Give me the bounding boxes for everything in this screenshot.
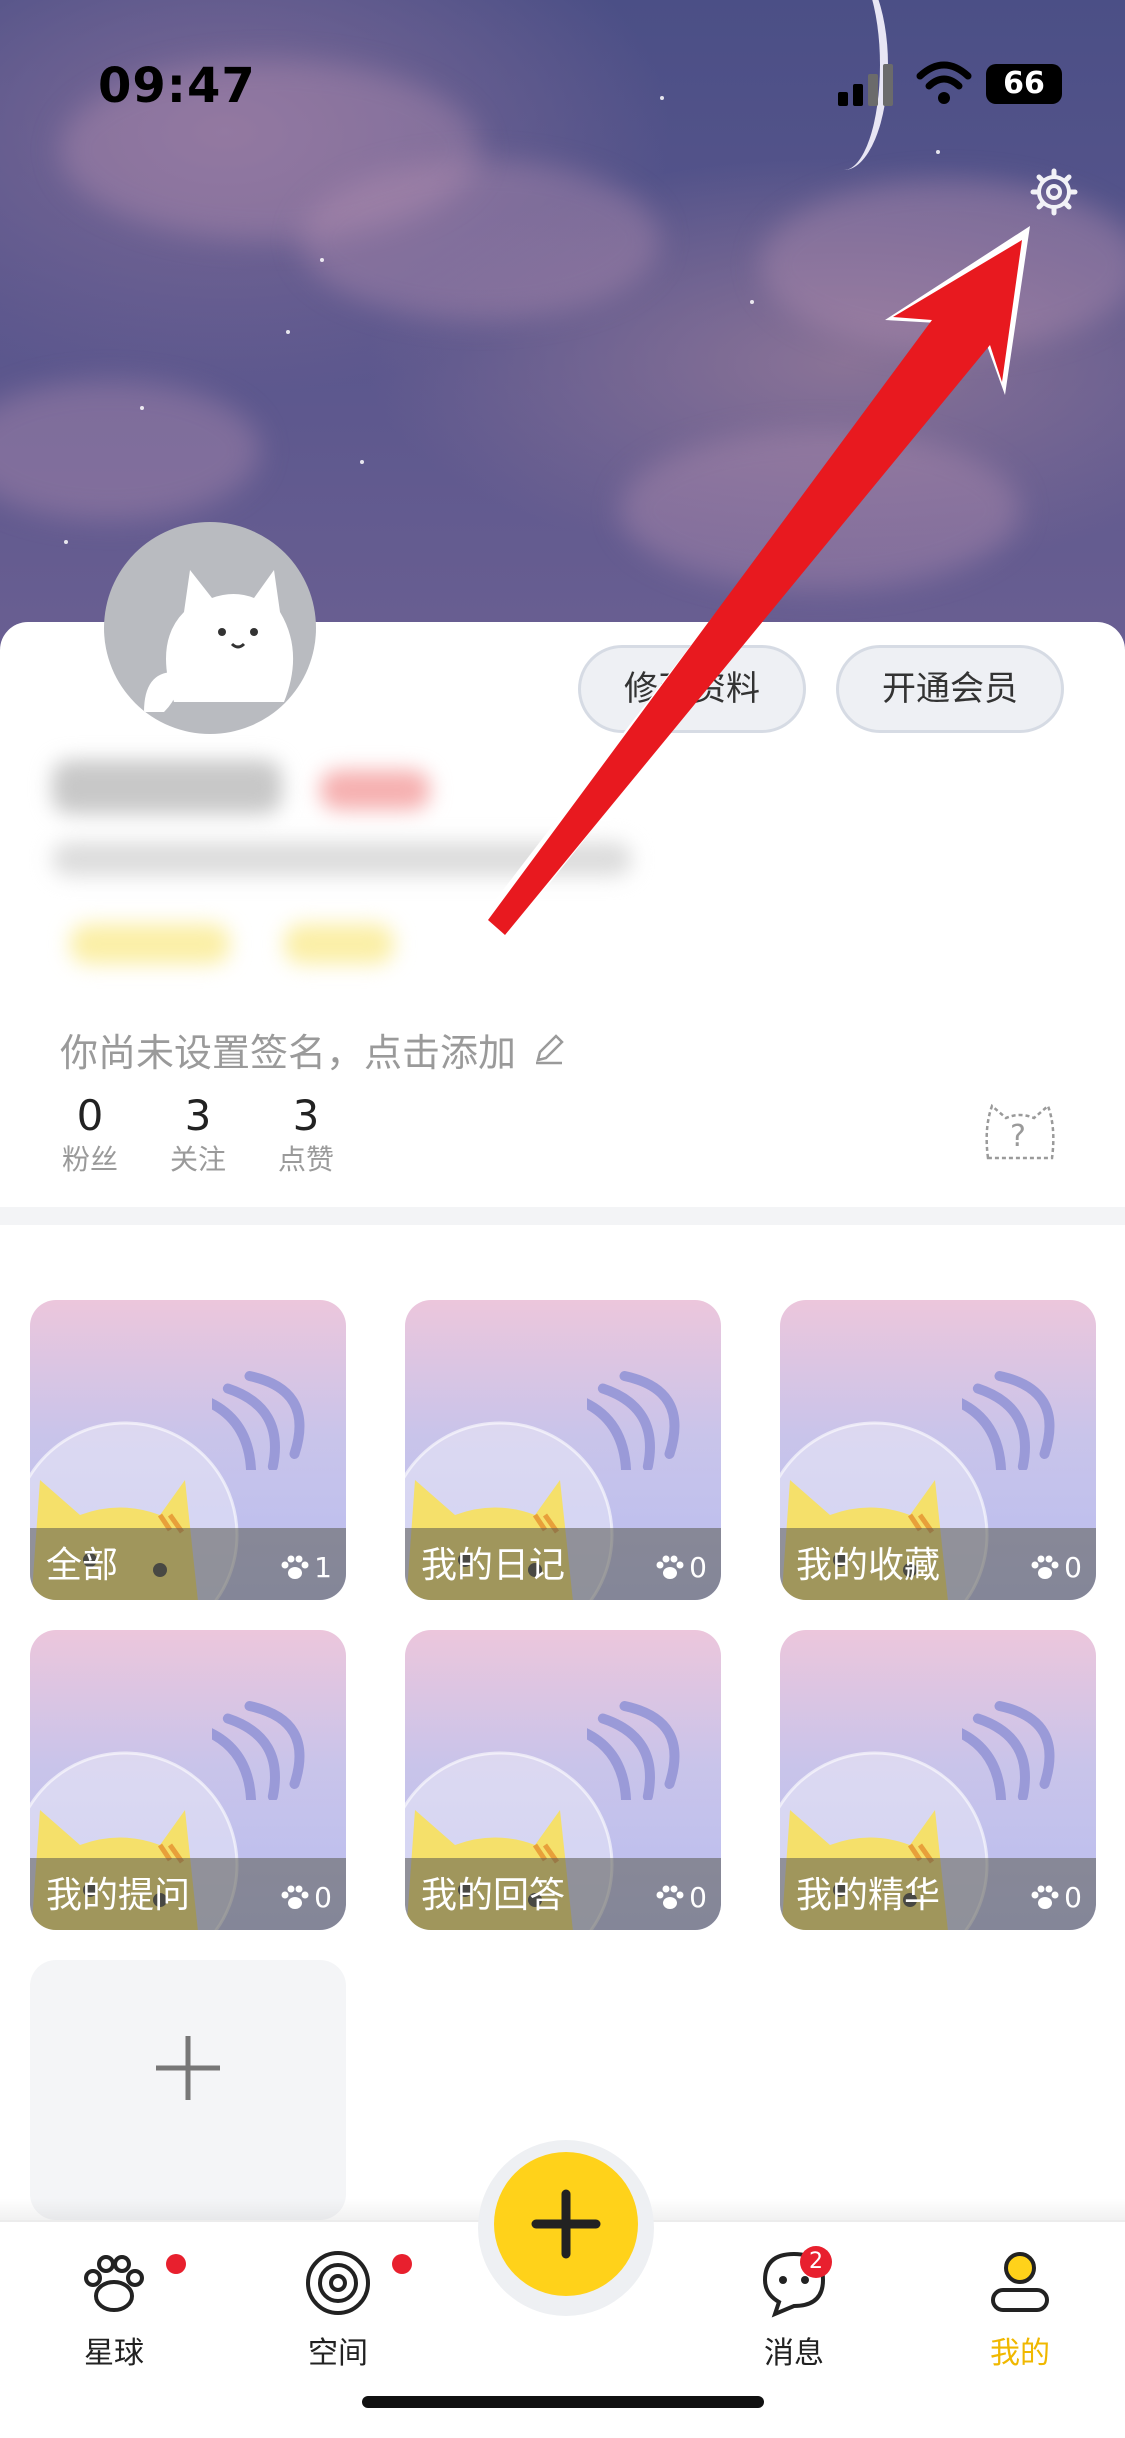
battery-indicator: 66 xyxy=(986,64,1062,104)
tile-count-value: 0 xyxy=(314,1881,332,1914)
planet-icon xyxy=(306,2251,370,2315)
paw-icon xyxy=(1031,1555,1059,1579)
user-tag-redacted xyxy=(320,770,430,810)
stat-likes[interactable]: 3 点赞 xyxy=(266,1092,346,1180)
stat-label: 粉丝 xyxy=(61,1143,118,1176)
pencil-icon xyxy=(536,1034,564,1065)
nav-label: 星球 xyxy=(84,2336,144,2371)
collection-tile[interactable]: 我的回答 0 xyxy=(405,1630,721,1930)
paw-icon xyxy=(1031,1885,1059,1909)
tile-title: 全部 xyxy=(46,1545,119,1586)
tile-count: 1 xyxy=(280,1551,332,1584)
signature-text: 你尚未设置签名，点击添加 xyxy=(60,1031,517,1075)
nav-label: 消息 xyxy=(764,2336,824,2371)
tile-count-value: 1 xyxy=(314,1551,332,1584)
stat-label: 点赞 xyxy=(277,1143,334,1176)
edit-profile-button[interactable]: 修改资料 xyxy=(578,645,806,733)
collection-tile[interactable]: 全部 1 xyxy=(30,1300,346,1600)
tile-title: 我的收藏 xyxy=(796,1545,941,1586)
paw-icon xyxy=(84,2255,144,2312)
plus-icon xyxy=(531,2189,601,2259)
cat-avatar-illustration xyxy=(144,570,294,712)
wifi-icon xyxy=(916,61,972,104)
tile-title: 我的回答 xyxy=(421,1875,566,1916)
stat-value: 0 xyxy=(76,1091,104,1140)
nav-space-dot xyxy=(392,2254,412,2274)
stat-following[interactable]: 3 关注 xyxy=(158,1092,238,1180)
nav-me[interactable]: 我的 xyxy=(940,2248,1100,2372)
tile-title: 我的精华 xyxy=(796,1875,941,1916)
signature-prompt[interactable]: 你尚未设置签名，点击添加 xyxy=(60,1022,566,1077)
help-cat-icon[interactable]: ? xyxy=(982,1098,1058,1162)
message-count-badge: 2 xyxy=(800,2246,832,2278)
plus-icon xyxy=(156,2036,220,2100)
add-collection-button[interactable] xyxy=(30,1960,346,2220)
nav-planet-dot xyxy=(166,2254,186,2274)
paw-icon xyxy=(281,1885,309,1909)
tile-count: 0 xyxy=(1030,1551,1082,1584)
open-vip-button[interactable]: 开通会员 xyxy=(836,645,1064,733)
tile-count: 0 xyxy=(280,1881,332,1914)
nav-label: 我的 xyxy=(990,2336,1050,2371)
cellular-signal-icon xyxy=(838,62,898,106)
stat-fans[interactable]: 0 粉丝 xyxy=(50,1092,130,1180)
svg-text:?: ? xyxy=(1010,1119,1026,1154)
tile-count: 0 xyxy=(655,1551,707,1584)
collection-tile[interactable]: 我的日记 0 xyxy=(405,1300,721,1600)
tile-title: 我的日记 xyxy=(421,1545,566,1586)
tile-count-value: 0 xyxy=(1064,1881,1082,1914)
collection-tile[interactable]: 我的提问 0 xyxy=(30,1630,346,1930)
status-bar: 09:47 66 xyxy=(0,0,1125,150)
collection-tile[interactable]: 我的精华 0 xyxy=(780,1630,1096,1930)
user-id-redacted xyxy=(52,842,632,876)
tile-title: 我的提问 xyxy=(46,1875,191,1916)
stat-value: 3 xyxy=(292,1091,320,1140)
username-redacted xyxy=(52,760,282,814)
home-indicator xyxy=(362,2396,764,2408)
tile-count-value: 0 xyxy=(689,1551,707,1584)
stat-label: 关注 xyxy=(169,1143,226,1176)
profile-icon xyxy=(991,2252,1049,2312)
tile-count-value: 0 xyxy=(689,1881,707,1914)
tile-count: 0 xyxy=(1030,1881,1082,1914)
collection-tile[interactable]: 我的收藏 0 xyxy=(780,1300,1096,1600)
gear-icon[interactable] xyxy=(1030,168,1078,216)
stat-value: 3 xyxy=(184,1091,212,1140)
paw-icon xyxy=(281,1555,309,1579)
nav-messages[interactable]: 消息 xyxy=(714,2248,874,2372)
section-divider xyxy=(0,1207,1125,1225)
status-time: 09:47 xyxy=(98,58,256,114)
user-badge-redacted xyxy=(70,924,230,964)
paw-icon xyxy=(656,1885,684,1909)
tile-count: 0 xyxy=(655,1881,707,1914)
create-post-button[interactable] xyxy=(494,2152,638,2296)
user-badge-redacted xyxy=(284,924,394,964)
avatar[interactable] xyxy=(104,522,316,734)
nav-label: 空间 xyxy=(308,2336,368,2371)
paw-icon xyxy=(656,1555,684,1579)
tile-count-value: 0 xyxy=(1064,1551,1082,1584)
